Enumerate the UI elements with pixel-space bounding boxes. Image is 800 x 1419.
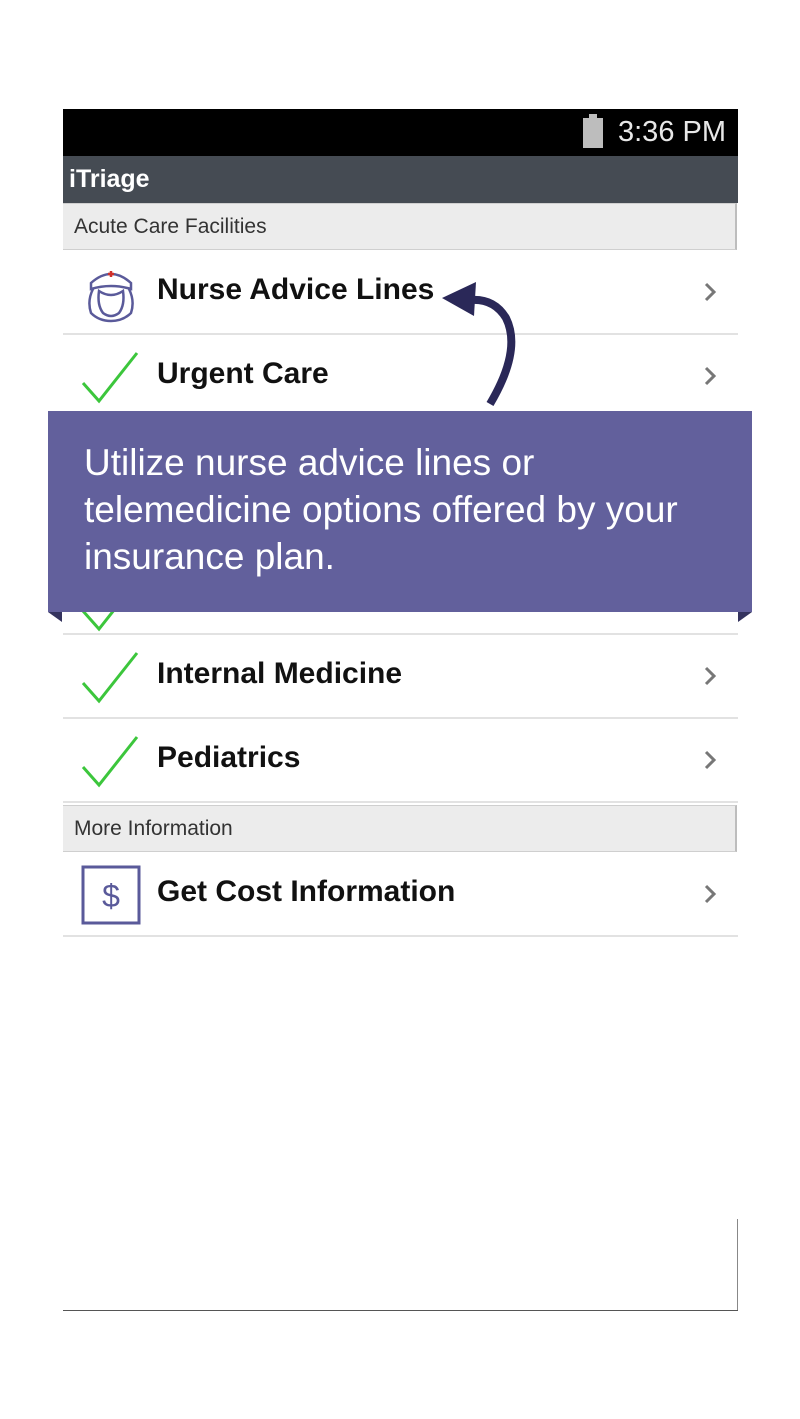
check-icon	[81, 736, 139, 788]
list-item-label: Nurse Advice Lines	[157, 273, 435, 306]
list-item-get-cost-information[interactable]: $ Get Cost Information	[63, 853, 738, 937]
nurse-icon	[88, 271, 134, 323]
dollar-icon: $	[81, 865, 141, 925]
list-item-urgent-care[interactable]: Urgent Care	[63, 335, 738, 419]
section-header-more-information: More Information	[63, 805, 737, 852]
section-title: Acute Care Facilities	[74, 215, 267, 238]
tutorial-banner[interactable]: Utilize nurse advice lines or telemedici…	[48, 411, 752, 612]
battery-icon	[583, 114, 603, 148]
chevron-right-icon	[704, 282, 717, 302]
chevron-right-icon	[704, 884, 717, 904]
list-item-label: Urgent Care	[157, 357, 329, 390]
app-bar: iTriage	[63, 156, 738, 203]
banner-fold-left	[48, 612, 62, 622]
check-icon	[81, 352, 139, 404]
list-item-internal-medicine[interactable]: Internal Medicine	[63, 635, 738, 719]
list-item-nurse-advice-lines[interactable]: Nurse Advice Lines	[63, 251, 738, 335]
section-title: More Information	[74, 817, 233, 840]
status-time: 3:36 PM	[618, 116, 726, 148]
chevron-right-icon	[704, 366, 717, 386]
list-item-label: Internal Medicine	[157, 657, 403, 690]
tutorial-text: Utilize nurse advice lines or telemedici…	[84, 442, 678, 577]
chevron-right-icon	[704, 750, 717, 770]
chevron-right-icon	[704, 666, 717, 686]
svg-text:$: $	[102, 878, 120, 914]
list-item-label: Pediatrics	[157, 741, 301, 774]
list-item-label: Get Cost Information	[157, 875, 456, 908]
check-icon	[81, 652, 139, 704]
phone-screen: 3:36 PM iTriage Acute Care Facilities Nu…	[63, 109, 738, 1311]
banner-fold-right	[738, 612, 752, 622]
app-title: iTriage	[69, 165, 150, 193]
list-item-pediatrics[interactable]: Pediatrics	[63, 719, 738, 803]
status-bar: 3:36 PM	[63, 109, 738, 156]
section-header-acute-care: Acute Care Facilities	[63, 203, 737, 250]
pointer-arrow-icon	[442, 282, 516, 407]
